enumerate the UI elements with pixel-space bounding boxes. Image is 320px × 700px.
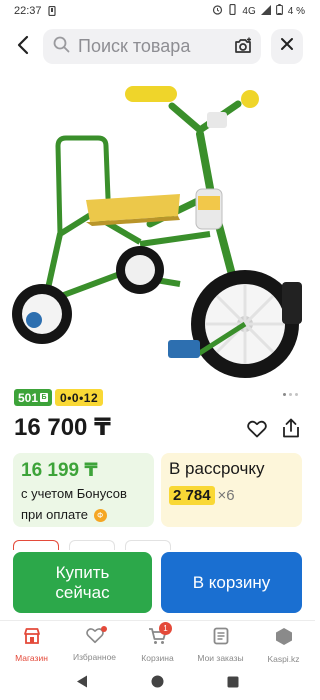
share-icon xyxy=(282,418,300,442)
product-image[interactable] xyxy=(0,74,315,380)
installment-badge: 0•0•12 xyxy=(55,389,104,406)
tab-label: Корзина xyxy=(141,653,174,663)
network-type: 4G xyxy=(242,5,256,17)
buy-now-label: Купить сейчас xyxy=(55,562,110,602)
installment-multiplier: ×6 xyxy=(217,487,235,504)
kaspi-icon xyxy=(275,627,293,651)
favorite-button[interactable] xyxy=(247,420,267,443)
add-to-cart-label: В корзину xyxy=(192,572,271,592)
nav-back-button[interactable] xyxy=(76,675,88,693)
tab-favorites[interactable]: Избранное xyxy=(63,621,126,666)
badges-row: 501 Б 0•0•12 xyxy=(14,389,104,406)
share-button[interactable] xyxy=(282,418,300,443)
option-chip[interactable] xyxy=(125,540,171,550)
status-time: 22:37 xyxy=(14,5,42,17)
mute-icon xyxy=(228,3,237,18)
bonus-badge-value: 501 xyxy=(18,390,39,405)
close-button[interactable] xyxy=(271,29,303,64)
nav-home-button[interactable] xyxy=(151,675,164,693)
bottom-tab-bar: Магазин Избранное 1 Корзина Мои заказы K… xyxy=(0,620,315,666)
option-chip[interactable] xyxy=(69,540,115,550)
image-pagination xyxy=(283,393,298,396)
search-placeholder: Поиск товара xyxy=(78,36,191,56)
tab-label: Мои заказы xyxy=(197,653,244,663)
tab-orders[interactable]: Мои заказы xyxy=(189,621,252,666)
cart-count-badge: 1 xyxy=(159,622,172,635)
bonus-badge: 501 Б xyxy=(14,389,53,406)
search-icon xyxy=(53,36,70,58)
installment-row: 2 784 ×6 xyxy=(169,486,302,505)
favorites-dot xyxy=(101,626,107,632)
bonus-price-card[interactable]: 16 199 ₸ с учетом Бонусов при оплате Ф xyxy=(13,453,154,527)
tab-label: Kaspi.kz xyxy=(267,654,300,664)
option-chip[interactable] xyxy=(13,540,59,550)
product-price: 16 700 ₸ xyxy=(14,414,111,441)
search-input[interactable]: Поиск товара xyxy=(43,29,261,64)
alarm-icon xyxy=(212,4,223,18)
bonus-line2-text: при оплате xyxy=(21,507,88,522)
back-arrow-icon xyxy=(17,35,29,60)
pagination-dot xyxy=(295,393,298,396)
system-nav-bar xyxy=(0,668,315,700)
orders-icon xyxy=(213,627,229,650)
bonus-price: 16 199 ₸ xyxy=(21,460,98,481)
shop-icon xyxy=(23,627,41,650)
tab-label: Магазин xyxy=(15,653,48,663)
camera-search-icon[interactable] xyxy=(233,36,253,61)
bonus-badge-icon: Б xyxy=(40,393,49,402)
battery-percent: 4 % xyxy=(287,5,305,17)
tab-label: Избранное xyxy=(72,652,117,662)
buy-now-button[interactable]: Купить сейчас xyxy=(13,552,152,613)
add-to-cart-button[interactable]: В корзину xyxy=(161,552,302,613)
status-bar: 22:37 4G 4 % xyxy=(0,0,315,22)
installment-card[interactable]: В рассрочку 2 784 ×6 xyxy=(161,453,302,527)
tab-shop[interactable]: Магазин xyxy=(0,621,63,666)
installment-title: В рассрочку xyxy=(169,459,265,478)
heart-icon xyxy=(247,420,267,442)
tab-kaspi[interactable]: Kaspi.kz xyxy=(252,621,315,666)
pagination-dot xyxy=(283,393,286,396)
nav-recents-button[interactable] xyxy=(227,675,239,693)
installment-amount: 2 784 xyxy=(169,486,215,505)
battery-icon xyxy=(275,4,283,18)
options-row xyxy=(13,540,303,550)
signal-icon xyxy=(260,4,271,18)
pagination-dot xyxy=(289,393,292,396)
search-header: Поиск товара xyxy=(0,28,315,66)
bonus-line1: с учетом Бонусов xyxy=(21,486,127,501)
back-button[interactable] xyxy=(8,30,38,64)
close-icon xyxy=(280,37,294,56)
notification-icon xyxy=(47,6,56,16)
bonus-line2: при оплате Ф xyxy=(21,505,154,524)
tab-cart[interactable]: 1 Корзина xyxy=(126,621,189,666)
bonus-coin-icon: Ф xyxy=(93,509,107,522)
